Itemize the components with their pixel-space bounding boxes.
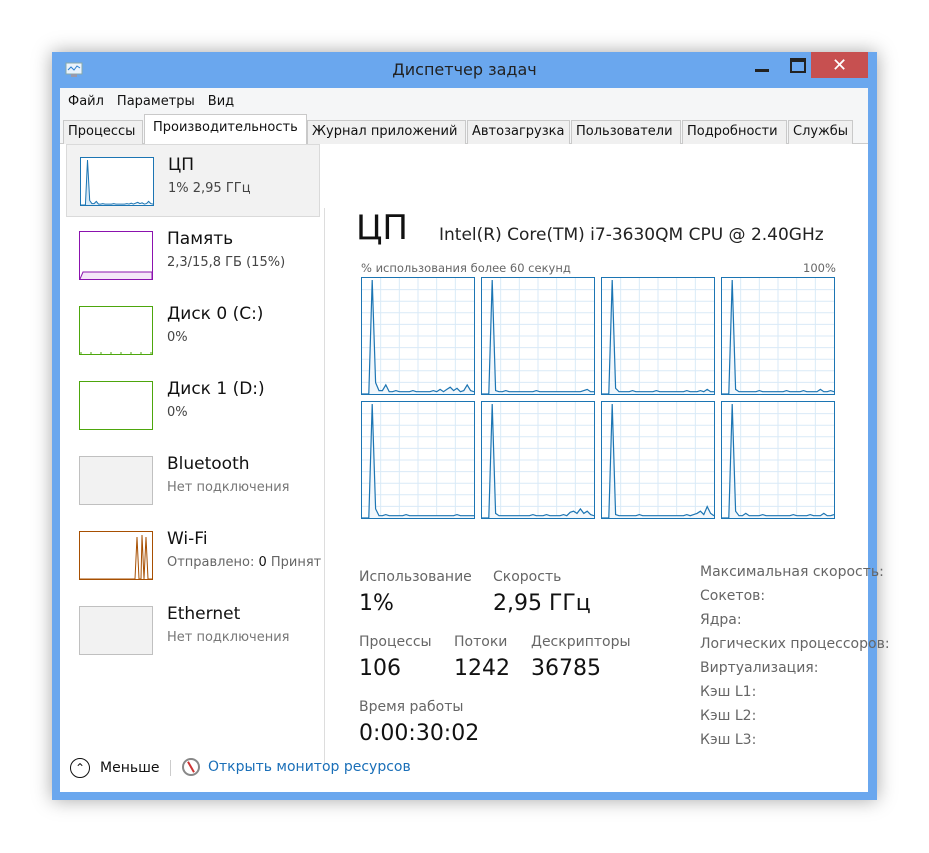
cpu-core-graph <box>721 401 835 519</box>
menu-options[interactable]: Параметры <box>117 94 195 109</box>
open-resource-monitor-link[interactable]: Открыть монитор ресурсов <box>182 758 411 776</box>
sidebar-item-name: Ethernet <box>167 604 241 624</box>
sidebar-item-status: 0% <box>167 405 188 420</box>
processes-value: 106 <box>359 656 401 681</box>
sidebar-item[interactable]: Память 2,3/15,8 ГБ (15%) <box>66 219 320 292</box>
cpu-spec-label: Кэш L1: <box>700 684 757 700</box>
cpu-core-graph <box>361 401 475 519</box>
footer-bar: ⌃ Меньше Открыть монитор ресурсов <box>60 746 868 792</box>
sidebar-item-status: 2,3/15,8 ГБ (15%) <box>167 255 286 270</box>
threads-value: 1242 <box>454 656 510 681</box>
usage-value: 1% <box>359 591 394 616</box>
sidebar-item-name: ЦП <box>168 155 194 175</box>
resource-sidebar: ЦП 1% 2,95 ГГц Память 2,3/15,8 ГБ (15%) Диск… <box>60 144 325 754</box>
sidebar-thumbnail-graph <box>79 381 153 430</box>
tab-processes[interactable]: Процессы <box>63 120 143 144</box>
sidebar-item-status: Нет подключения <box>167 480 290 495</box>
sidebar-item-name: Диск 0 (C:) <box>167 304 264 324</box>
less-button[interactable]: ⌃ Меньше <box>70 758 160 778</box>
tab-startup[interactable]: Автозагрузка <box>467 120 570 144</box>
tab-users[interactable]: Пользователи <box>571 120 681 144</box>
threads-label: Потоки <box>454 634 508 650</box>
resource-monitor-icon <box>182 758 200 776</box>
sidebar-item-name: Wi-Fi <box>167 529 208 549</box>
tab-performance[interactable]: Производительность <box>144 114 307 144</box>
cpu-spec-label: Максимальная скорость: <box>700 564 884 580</box>
menu-bar: Файл Параметры Вид <box>60 88 868 114</box>
close-icon: ✕ <box>831 54 848 76</box>
cpu-core-graph <box>601 277 715 395</box>
sidebar-thumbnail-graph <box>80 157 154 206</box>
sidebar-item-name: Память <box>167 229 234 249</box>
task-manager-window: Диспетчер задач ✕ Файл Параметры Вид Про… <box>52 52 890 800</box>
sidebar-item[interactable]: Ethernet Нет подключения <box>66 594 320 667</box>
processes-label: Процессы <box>359 634 432 650</box>
cpu-core-graph <box>481 277 595 395</box>
handles-label: Дескрипторы <box>531 634 631 650</box>
footer-separator <box>170 760 171 776</box>
cpu-core-graph <box>721 277 835 395</box>
speed-label: Скорость <box>493 569 562 585</box>
menu-file[interactable]: Файл <box>68 94 104 109</box>
cpu-thumb-line <box>81 159 153 205</box>
cpu-spec-label: Кэш L2: <box>700 708 757 724</box>
maximize-icon <box>790 57 806 73</box>
sidebar-item[interactable]: Диск 0 (C:) 0% <box>66 294 320 367</box>
cpu-model: Intel(R) Core(TM) i7-3630QM CPU @ 2.40GH… <box>439 225 824 245</box>
less-label: Меньше <box>100 760 160 776</box>
cpu-title: ЦП <box>356 208 408 248</box>
received-label: Принят <box>270 555 322 570</box>
chevron-up-icon: ⌃ <box>70 758 90 778</box>
sidebar-thumbnail-graph <box>79 231 153 280</box>
sidebar-item[interactable]: ЦП 1% 2,95 ГГц <box>66 144 320 217</box>
uptime-value: 0:00:30:02 <box>359 721 480 746</box>
cpu-spec-label: Виртуализация: <box>700 660 819 676</box>
minimize-icon <box>755 68 769 72</box>
sidebar-thumbnail-graph <box>79 306 153 355</box>
graph-label: % использования более 60 секунд <box>361 261 571 275</box>
cpu-core-graph <box>601 401 715 519</box>
cpu-core-graph <box>361 277 475 395</box>
sidebar-item-name: Bluetooth <box>167 454 250 474</box>
sidebar-item[interactable]: Диск 1 (D:) 0% <box>66 369 320 442</box>
tab-bar: Процессы Производительность Журнал прило… <box>60 114 868 144</box>
graph-max-label: 100% <box>803 261 836 275</box>
usage-label: Использование <box>359 569 472 585</box>
sent-label: Отправлено: <box>167 555 255 570</box>
tab-services[interactable]: Службы <box>788 120 853 144</box>
speed-value: 2,95 ГГц <box>493 591 591 616</box>
sidebar-thumbnail-graph <box>79 456 153 505</box>
memory-thumb-line <box>80 271 152 279</box>
sidebar-item-name: Диск 1 (D:) <box>167 379 265 399</box>
tab-details[interactable]: Подробности <box>682 120 787 144</box>
close-button[interactable]: ✕ <box>811 52 868 78</box>
sidebar-item[interactable]: Bluetooth Нет подключения <box>66 444 320 517</box>
cpu-spec-label: Ядра: <box>700 612 742 628</box>
sidebar-item-status: Отправлено: 0 Принят <box>167 555 325 570</box>
client-area: Файл Параметры Вид Процессы Производител… <box>60 88 890 792</box>
cpu-spec-label: Сокетов: <box>700 588 766 604</box>
menu-view[interactable]: Вид <box>208 94 234 109</box>
sidebar-item-status: 1% 2,95 ГГц <box>168 181 251 196</box>
cpu-core-graph <box>481 401 595 519</box>
sidebar-thumbnail-graph <box>79 606 153 655</box>
wifi-thumb-line <box>80 534 152 579</box>
uptime-label: Время работы <box>359 699 464 715</box>
title-bar[interactable]: Диспетчер задач ✕ <box>52 52 877 88</box>
open-resource-monitor-label: Открыть монитор ресурсов <box>208 759 411 775</box>
sidebar-item-status: Нет подключения <box>167 630 290 645</box>
tab-app-history[interactable]: Журнал приложений <box>307 120 466 144</box>
sidebar-item[interactable]: Wi-Fi Отправлено: 0 Принят <box>66 519 321 592</box>
sidebar-item-status: 0% <box>167 330 188 345</box>
handles-value: 36785 <box>531 656 601 681</box>
cpu-spec-label: Логических процессоров: <box>700 636 890 652</box>
sidebar-thumbnail-graph <box>79 531 153 580</box>
sent-value: 0 <box>258 555 267 570</box>
